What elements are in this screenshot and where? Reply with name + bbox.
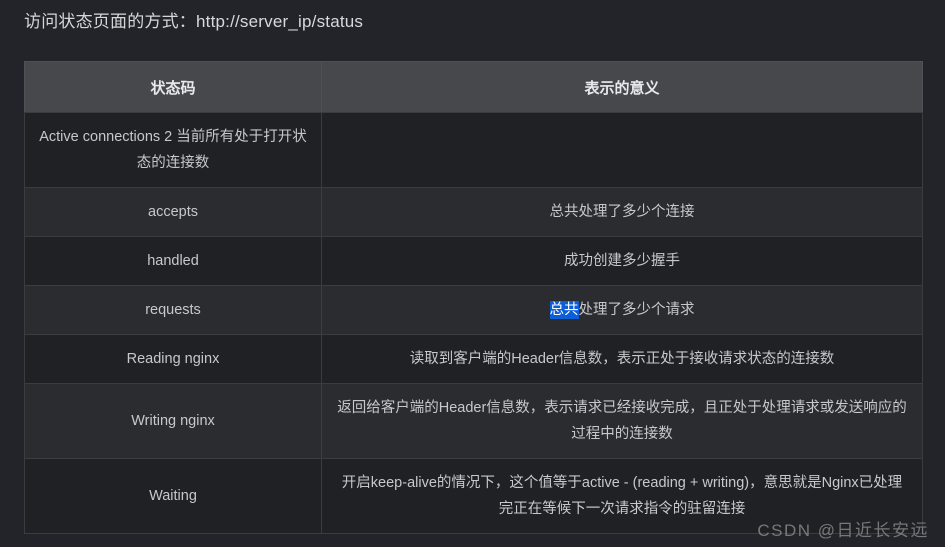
table-row: accepts 总共处理了多少个连接: [24, 187, 923, 237]
table-row: requests 总共处理了多少个请求: [24, 285, 923, 335]
cell-meaning: 开启keep-alive的情况下，这个值等于active - (reading …: [321, 458, 923, 534]
table-row: handled 成功创建多少握手: [24, 236, 923, 286]
nginx-status-table: 状态码 表示的意义 Active connections 2 当前所有处于打开状…: [24, 61, 923, 534]
cell-status-code: requests: [24, 285, 322, 335]
selected-text-highlight: 总共: [549, 301, 579, 319]
cell-meaning: 读取到客户端的Header信息数，表示正处于接收请求状态的连接数: [321, 334, 923, 384]
cell-status-code: accepts: [24, 187, 322, 237]
cell-status-code: Reading nginx: [24, 334, 322, 384]
cell-meaning-rest: 处理了多少个请求: [578, 302, 695, 318]
column-header-status-code: 状态码: [24, 61, 322, 113]
table-body: Active connections 2 当前所有处于打开状态的连接数 acce…: [24, 112, 923, 534]
table-head: 状态码 表示的意义: [24, 61, 923, 113]
cell-meaning: 返回给客户端的Header信息数，表示请求已经接收完成，且正处于处理请求或发送响…: [321, 383, 923, 459]
cell-meaning: 总共处理了多少个连接: [321, 187, 923, 237]
column-header-meaning: 表示的意义: [321, 61, 923, 113]
page-title: 访问状态页面的方式：http://server_ip/status: [24, 8, 363, 36]
cell-meaning: 成功创建多少握手: [321, 236, 923, 286]
cell-status-code: Waiting: [24, 458, 322, 534]
table-header-row: 状态码 表示的意义: [24, 61, 923, 113]
cell-meaning: [321, 112, 923, 188]
table-row: Active connections 2 当前所有处于打开状态的连接数: [24, 112, 923, 188]
page-root: 访问状态页面的方式：http://server_ip/status 状态码 表示…: [0, 0, 945, 547]
page-title-label: 访问状态页面的方式：: [24, 12, 196, 31]
cell-status-code: Active connections 2 当前所有处于打开状态的连接数: [24, 112, 322, 188]
table-row: Waiting 开启keep-alive的情况下，这个值等于active - (…: [24, 458, 923, 534]
table-row: Reading nginx 读取到客户端的Header信息数，表示正处于接收请求…: [24, 334, 923, 384]
table-row: Writing nginx 返回给客户端的Header信息数，表示请求已经接收完…: [24, 383, 923, 459]
cell-meaning-selected[interactable]: 总共处理了多少个请求: [321, 285, 923, 335]
cell-status-code: handled: [24, 236, 322, 286]
cell-status-code: Writing nginx: [24, 383, 322, 459]
status-page-url: http://server_ip/status: [196, 12, 364, 31]
